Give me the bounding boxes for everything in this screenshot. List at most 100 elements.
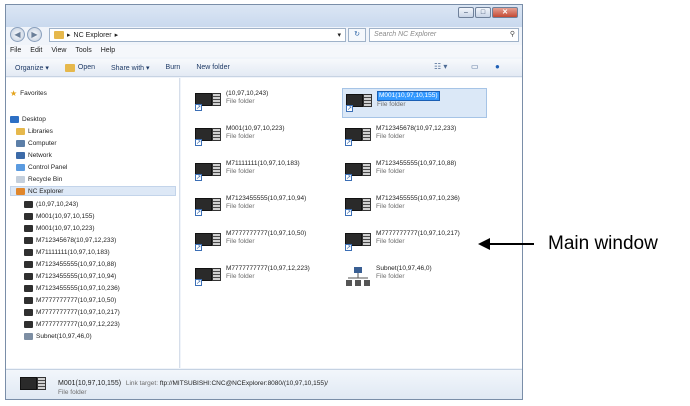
folder-item-text: M7777777777(10,97,10,217) File folder [376,230,460,246]
shortcut-arrow-icon: ↗ [195,244,202,251]
nav-child-item[interactable]: M001(10,97,10,155) [24,211,95,221]
folder-name: M7123455555(10,97,10,88) [376,160,457,167]
folder-item[interactable]: ↗ (10,97,10,243) File folder [192,88,337,118]
nav-child-item[interactable]: M7123455555(10,97,10,236) [24,283,120,293]
folder-type: File folder [226,238,255,245]
main-file-view: ↗ (10,97,10,243) File folder ↗ M001(10,97,10… [181,78,522,368]
nav-child-label: M7123455555(10,97,10,88) [36,260,117,268]
nav-desktop-label: Desktop [22,115,46,123]
search-input[interactable]: Search NC Explorer ⚲ [369,28,519,42]
minimize-button[interactable]: – [458,7,474,18]
nc-machine-icon: ↗ [195,266,221,288]
menu-edit[interactable]: Edit [30,45,42,57]
burn-button[interactable]: Burn [166,64,181,71]
control-panel-icon [16,163,25,171]
nav-favorites[interactable]: ★ Favorites [10,88,47,98]
folder-type: File folder [226,133,255,140]
folder-name: M7123455555(10,97,10,94) [226,195,307,202]
preview-pane-icon[interactable]: ▭ [471,62,479,71]
folder-name[interactable]: M001(10,97,10,155) [377,91,440,101]
nav-child-item[interactable]: M7777777777(10,97,10,217) [24,307,120,317]
nav-child-item[interactable]: (10,97,10,243) [24,199,78,209]
nav-child-item[interactable]: M7777777777(10,97,12,223) [24,319,120,329]
nav-child-item[interactable]: M71111111(10,97,10,183) [24,247,110,257]
nav-recycle-bin[interactable]: Recycle Bin [16,174,62,184]
network-icon [16,151,25,159]
nav-control-panel[interactable]: Control Panel [16,162,67,172]
help-icon[interactable]: ● [495,62,500,71]
folder-item-text: M712345678(10,97,12,233) File folder [376,125,456,141]
nc-machine-icon [24,284,33,292]
share-with-button[interactable]: Share with ▾ [111,64,150,72]
nav-libraries[interactable]: Libraries [16,126,53,136]
folder-item[interactable]: ↗ M7777777777(10,97,10,217) File folder [342,228,487,258]
nc-machine-icon [24,260,33,268]
folder-item[interactable]: ↗ M7777777777(10,97,12,223) File folder [192,263,337,293]
menu-file[interactable]: File [10,45,21,57]
folder-type: File folder [376,203,405,210]
nav-child-label: M712345678(10,97,12,233) [36,236,117,244]
folder-item[interactable]: ↗ M7123455555(10,97,10,236) File folder [342,193,487,223]
nav-desktop[interactable]: Desktop [10,114,46,124]
address-dropdown-icon[interactable]: ▾ [337,31,341,39]
breadcrumb-nc-explorer[interactable]: NC Explorer [74,32,112,39]
folder-name: M7777777777(10,97,10,50) [226,230,307,237]
folder-item-text: M7777777777(10,97,10,50) File folder [226,230,306,246]
search-placeholder: Search NC Explorer [374,31,437,38]
nc-machine-icon: ↗ [345,126,371,148]
nc-machine-icon [24,236,33,244]
folder-item[interactable]: ↗ M001(10,97,10,223) File folder [192,123,337,153]
details-type: File folder [58,389,87,396]
nc-machine-icon: ↗ [345,196,371,218]
folder-item[interactable]: ↗ M71111111(10,97,10,183) File folder [192,158,337,188]
folder-item[interactable]: ↗ M7123455555(10,97,10,94) File folder [192,193,337,223]
folder-item[interactable]: Subnet(10,97,46,0) File folder [342,263,487,293]
nav-computer[interactable]: Computer [16,138,57,148]
organize-button[interactable]: Organize ▾ [15,64,49,72]
callout-arrow-line [490,243,534,245]
refresh-icon[interactable]: ↻ [348,28,366,42]
search-icon[interactable]: ⚲ [510,29,515,41]
details-link-label: Link target: [125,380,159,387]
shortcut-arrow-icon: ↗ [195,209,202,216]
nav-libraries-label: Libraries [28,127,53,135]
folder-item[interactable]: ↗ M7123455555(10,97,10,88) File folder [342,158,487,188]
folder-type: File folder [376,168,405,175]
folder-item[interactable]: ↗ M712345678(10,97,12,233) File folder [342,123,487,153]
folder-name: M7123455555(10,97,10,236) [376,195,460,202]
folder-name: Subnet(10,97,46,0) [376,265,432,272]
nav-child-item[interactable]: M001(10,97,10,223) [24,223,95,233]
menu-help[interactable]: Help [101,45,115,57]
view-options-icon[interactable]: ☷ ▾ [434,62,447,71]
desktop-icon [10,115,19,123]
close-button[interactable]: ✕ [492,7,518,18]
nav-child-item[interactable]: M7123455555(10,97,10,88) [24,259,116,269]
nav-control-panel-label: Control Panel [28,163,68,171]
nc-machine-icon [20,375,46,397]
new-folder-button[interactable]: New folder [196,64,229,71]
menu-tools[interactable]: Tools [75,45,91,57]
open-button[interactable]: Open [64,63,95,72]
folder-item-selected[interactable]: ↗ M001(10,97,10,155) File folder [342,88,487,118]
shortcut-arrow-icon: ↗ [195,104,202,111]
back-arrow-icon[interactable]: ◀ [10,27,25,42]
nc-machine-icon: ↗ [195,161,221,183]
folder-item[interactable]: ↗ M7777777777(10,97,10,50) File folder [192,228,337,258]
rename-field[interactable]: M001(10,97,10,155) [377,91,440,101]
nc-machine-icon [24,308,33,316]
folder-name: M712345678(10,97,12,233) [376,125,457,132]
address-bar[interactable]: ▸ NC Explorer ▸ ▾ [49,28,346,42]
maximize-button[interactable]: □ [475,7,491,18]
nav-child-item[interactable]: M712345678(10,97,12,233) [24,235,116,245]
nav-child-item[interactable]: M7777777777(10,97,10,50) [24,295,116,305]
nav-child-item[interactable]: Subnet(10,97,46,0) [24,331,92,341]
nav-nc-explorer[interactable]: NC Explorer [10,186,176,196]
menu-view[interactable]: View [51,45,66,57]
forward-arrow-icon[interactable]: ▶ [27,27,42,42]
nc-machine-icon: ↗ [195,231,221,253]
path-separator-end: ▸ [114,32,119,39]
nav-network[interactable]: Network [16,150,52,160]
nav-child-item[interactable]: M7123455555(10,97,10,94) [24,271,116,281]
nav-recycle-bin-label: Recycle Bin [28,175,63,183]
nc-machine-icon: ↗ [195,91,221,113]
